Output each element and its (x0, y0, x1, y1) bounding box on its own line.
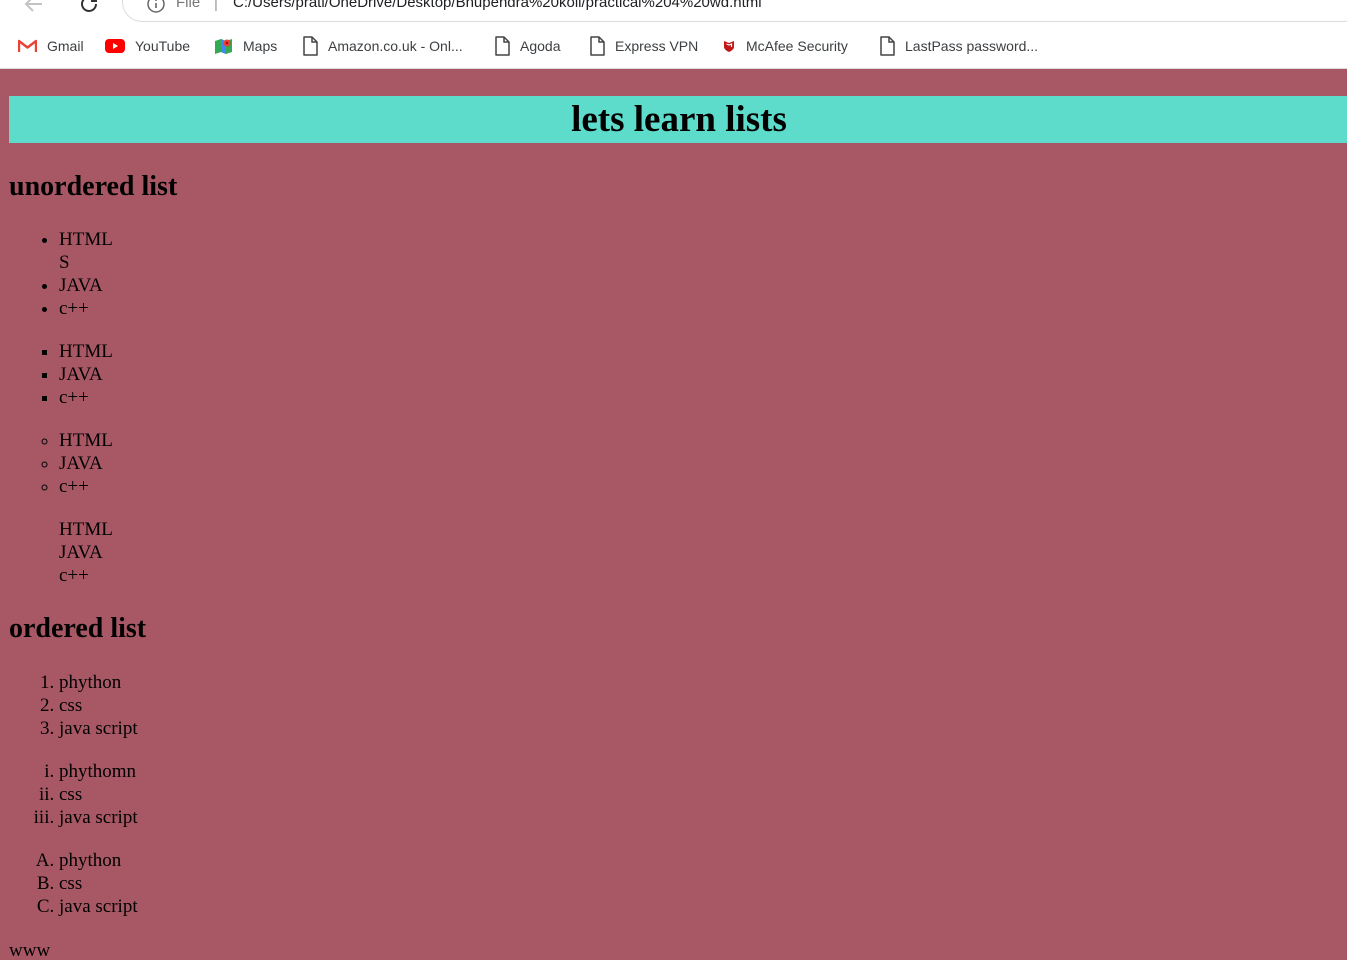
list-item: phython (59, 671, 359, 694)
list-item: css (59, 872, 359, 895)
page-icon (590, 36, 605, 56)
list-item: JAVA (59, 542, 103, 563)
url-scheme-label: File (176, 0, 201, 11)
mcafee-icon (724, 41, 734, 52)
roman-list: phythomn css java script (0, 760, 359, 829)
bookmark-label: Maps (243, 38, 278, 54)
bookmark-label: Amazon.co.uk - Onl... (328, 38, 463, 54)
circle-list: HTML JAVA c++ (0, 429, 359, 498)
footer-text: www (9, 940, 51, 961)
list-item: JAVA (59, 274, 359, 297)
bookmark-lastpass[interactable]: LastPass password... (879, 36, 1038, 56)
list-item: phythomn (59, 760, 359, 783)
ordered-list-heading: ordered list (9, 613, 147, 644)
reload-icon (81, 0, 97, 12)
list-item: HTML (59, 340, 359, 363)
plain-list: HTML JAVA c++ (0, 518, 359, 587)
page-icon (495, 36, 510, 56)
bookmark-label: Express VPN (615, 38, 699, 54)
page-title: lets learn lists (571, 99, 787, 140)
list-item: java script (59, 806, 359, 829)
maps-icon (215, 38, 232, 54)
page-icon (303, 36, 318, 56)
bookmark-label: McAfee Security (746, 38, 848, 54)
alpha-list: phython css java script (0, 849, 359, 918)
bookmark-youtube[interactable]: YouTube (105, 36, 190, 56)
bookmark-label: Agoda (520, 38, 561, 54)
address-row: File | C:/Users/prati/OneDrive/Desktop/B… (0, 0, 1347, 26)
back-arrow-icon (24, 0, 42, 12)
bookmark-label: LastPass password... (905, 38, 1039, 54)
list-item: c++ (59, 475, 359, 498)
list-item: c++ (59, 386, 359, 409)
youtube-icon (105, 39, 125, 53)
bookmark-express-vpn[interactable]: Express VPN (589, 36, 698, 56)
decimal-list: phython css java script (0, 671, 359, 740)
list-item: c++ (59, 297, 359, 320)
page-icon (880, 36, 895, 56)
unordered-list-heading: unordered list (9, 171, 178, 202)
reload-button[interactable] (77, 0, 101, 16)
page-body: lets learn lists unordered list HTML S J… (0, 69, 1347, 961)
url-text[interactable]: C:/Users/prati/OneDrive/Desktop/Bhupendr… (233, 0, 762, 11)
bookmark-amazon[interactable]: Amazon.co.uk - Onl... (302, 36, 463, 56)
url-separator: | (214, 0, 218, 12)
info-icon[interactable] (146, 0, 166, 19)
title-banner: lets learn lists (9, 96, 1347, 143)
bookmark-label: YouTube (135, 38, 191, 54)
bookmark-label: Gmail (47, 38, 84, 54)
list-item: HTML (59, 429, 359, 452)
list-item: HTML S (59, 228, 359, 274)
bookmarks-bar: Gmail YouTube Maps Amazon.co.uk - Onl...… (0, 26, 1347, 69)
bookmark-mcafee[interactable]: McAfee Security (722, 36, 848, 56)
bookmark-maps[interactable]: Maps (214, 36, 277, 56)
list-item: css (59, 694, 359, 717)
list-item: java script (59, 895, 359, 918)
list-item: phython (59, 849, 359, 872)
bookmark-agoda[interactable]: Agoda (494, 36, 560, 56)
list-item: java script (59, 717, 359, 740)
back-button[interactable] (22, 0, 46, 16)
list-item: css (59, 783, 359, 806)
list-item: c++ (59, 565, 89, 586)
disc-list: HTML S JAVA c++ (0, 228, 359, 320)
gmail-icon (18, 39, 37, 52)
square-list: HTML JAVA c++ (0, 340, 359, 409)
list-item: JAVA (59, 452, 359, 475)
bookmark-gmail[interactable]: Gmail (18, 36, 84, 56)
list-item: JAVA (59, 363, 359, 386)
list-item: HTML (59, 519, 113, 540)
